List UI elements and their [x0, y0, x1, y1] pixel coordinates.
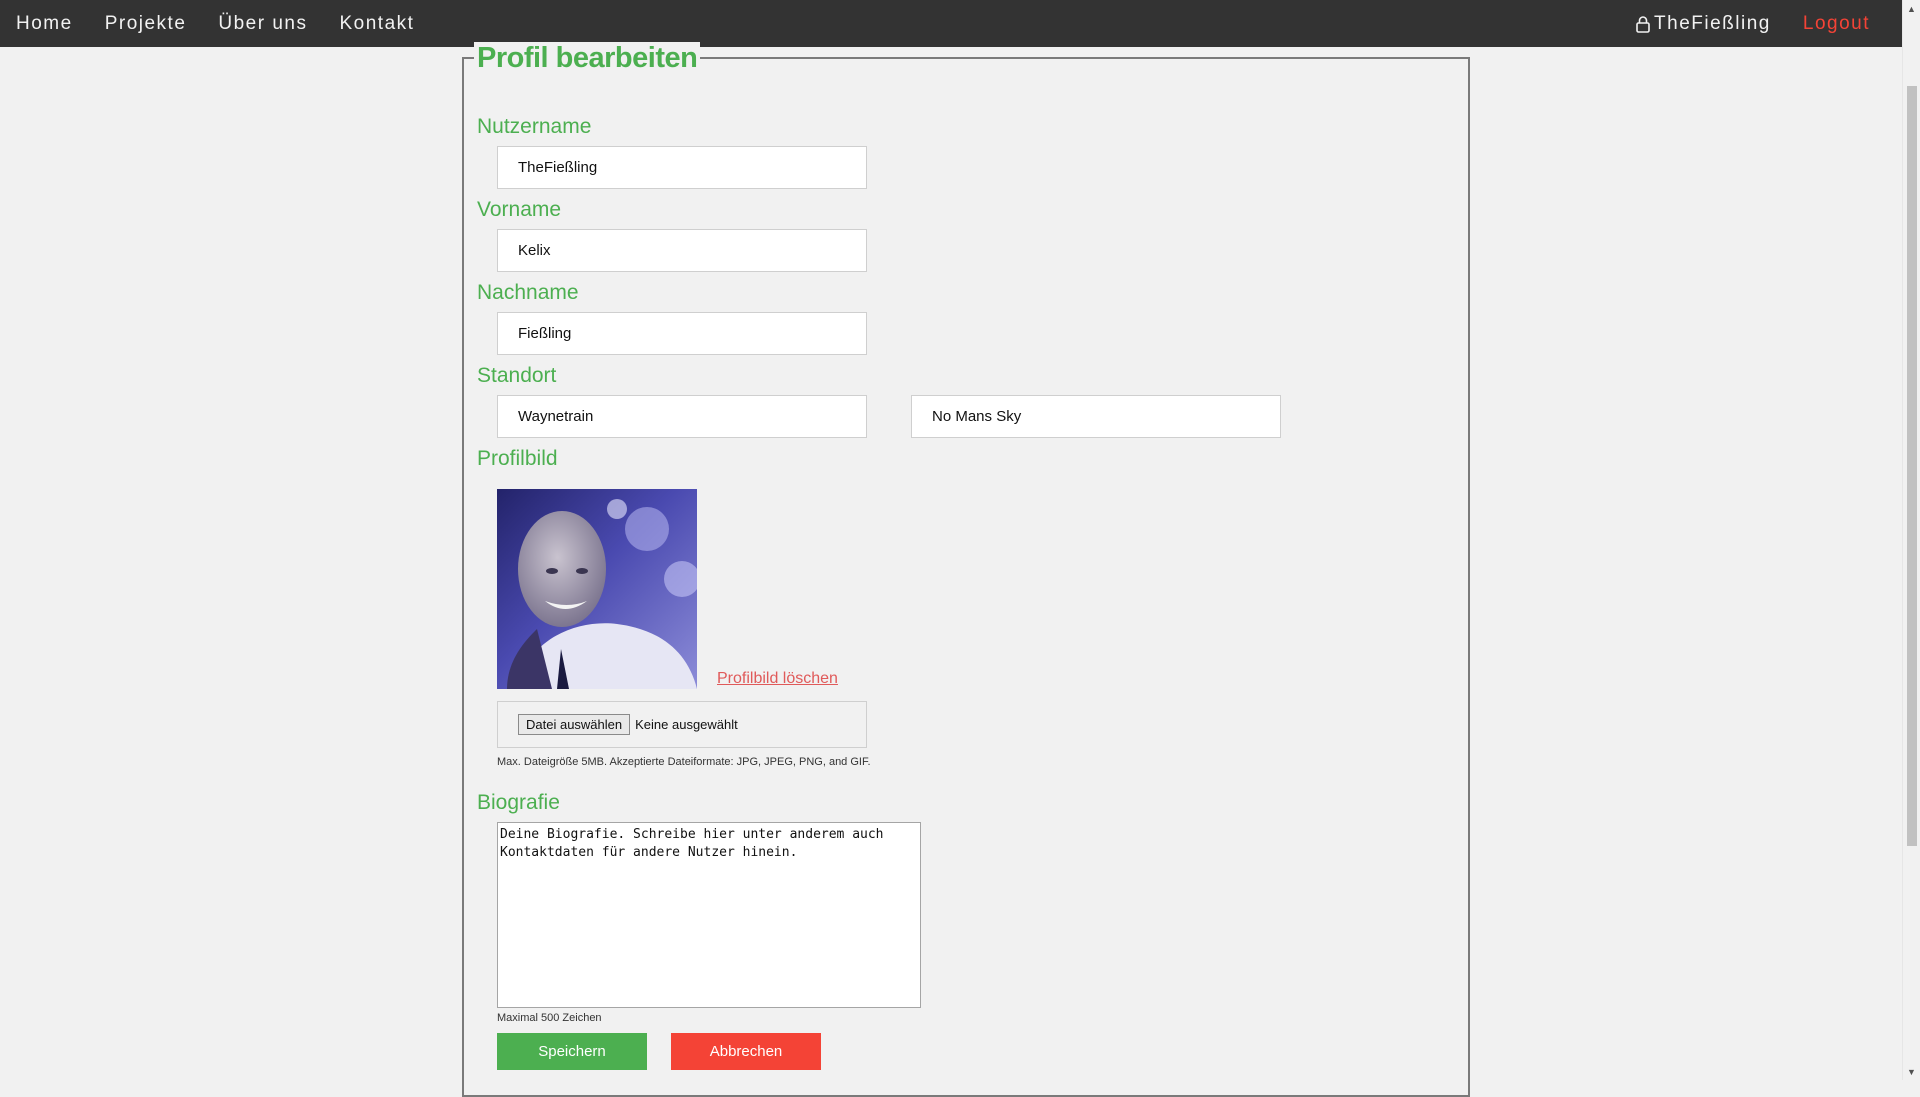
scroll-down-arrow-icon[interactable]: ▼	[1903, 1063, 1920, 1080]
biography-label: Biografie	[477, 791, 560, 814]
cancel-button[interactable]: Abbrechen	[671, 1033, 821, 1070]
nav-contact-link[interactable]: Kontakt	[324, 0, 431, 47]
choose-file-button[interactable]: Datei auswählen	[518, 714, 631, 735]
top-navigation-bar: Home Projekte Über uns Kontakt TheFießli…	[0, 0, 1902, 47]
nav-about-link[interactable]: Über uns	[202, 0, 323, 47]
lastname-input[interactable]: Fießling	[497, 312, 867, 355]
file-upload-box: Datei auswählen Keine ausgewählt	[497, 701, 867, 748]
page-title: Profil bearbeiten	[474, 42, 701, 75]
nav-left-group: Home Projekte Über uns Kontakt	[0, 0, 430, 47]
file-hint-text: Max. Dateigröße 5MB. Akzeptierte Dateifo…	[497, 756, 871, 768]
edit-profile-fieldset: Profil bearbeiten Nutzername TheFießling…	[462, 42, 1470, 1097]
profile-picture	[497, 489, 697, 689]
logout-link[interactable]: Logout	[1787, 13, 1886, 35]
lastname-label: Nachname	[477, 281, 579, 304]
country-input[interactable]: No Mans Sky	[911, 395, 1281, 438]
nav-home-link[interactable]: Home	[0, 0, 89, 47]
scroll-up-arrow-icon[interactable]: ▲	[1903, 0, 1920, 17]
nav-right-group: TheFießling Logout	[1619, 13, 1902, 35]
page-scrollbar[interactable]: ▲ ▼	[1902, 0, 1920, 1080]
profile-picture-label: Profilbild	[477, 447, 558, 470]
location-label: Standort	[477, 364, 557, 387]
user-icon	[1636, 15, 1650, 33]
biography-hint-text: Maximal 500 Zeichen	[497, 1012, 602, 1024]
firstname-label: Vorname	[477, 198, 562, 221]
nav-user-link[interactable]: TheFießling	[1619, 13, 1787, 35]
username-label: Nutzername	[477, 115, 592, 138]
scrollbar-thumb[interactable]	[1907, 86, 1917, 846]
save-button[interactable]: Speichern	[497, 1033, 647, 1070]
username-input[interactable]: TheFießling	[497, 146, 867, 189]
profile-photo-image	[497, 489, 697, 689]
file-status-text: Keine ausgewählt	[635, 717, 738, 732]
nav-projects-link[interactable]: Projekte	[89, 0, 203, 47]
biography-textarea[interactable]: Deine Biografie. Schreibe hier unter and…	[497, 822, 921, 1008]
city-input[interactable]: Waynetrain	[497, 395, 867, 438]
firstname-input[interactable]: Kelix	[497, 229, 867, 272]
delete-profile-picture-link[interactable]: Profilbild löschen	[717, 670, 838, 688]
nav-username: TheFießling	[1654, 12, 1771, 34]
